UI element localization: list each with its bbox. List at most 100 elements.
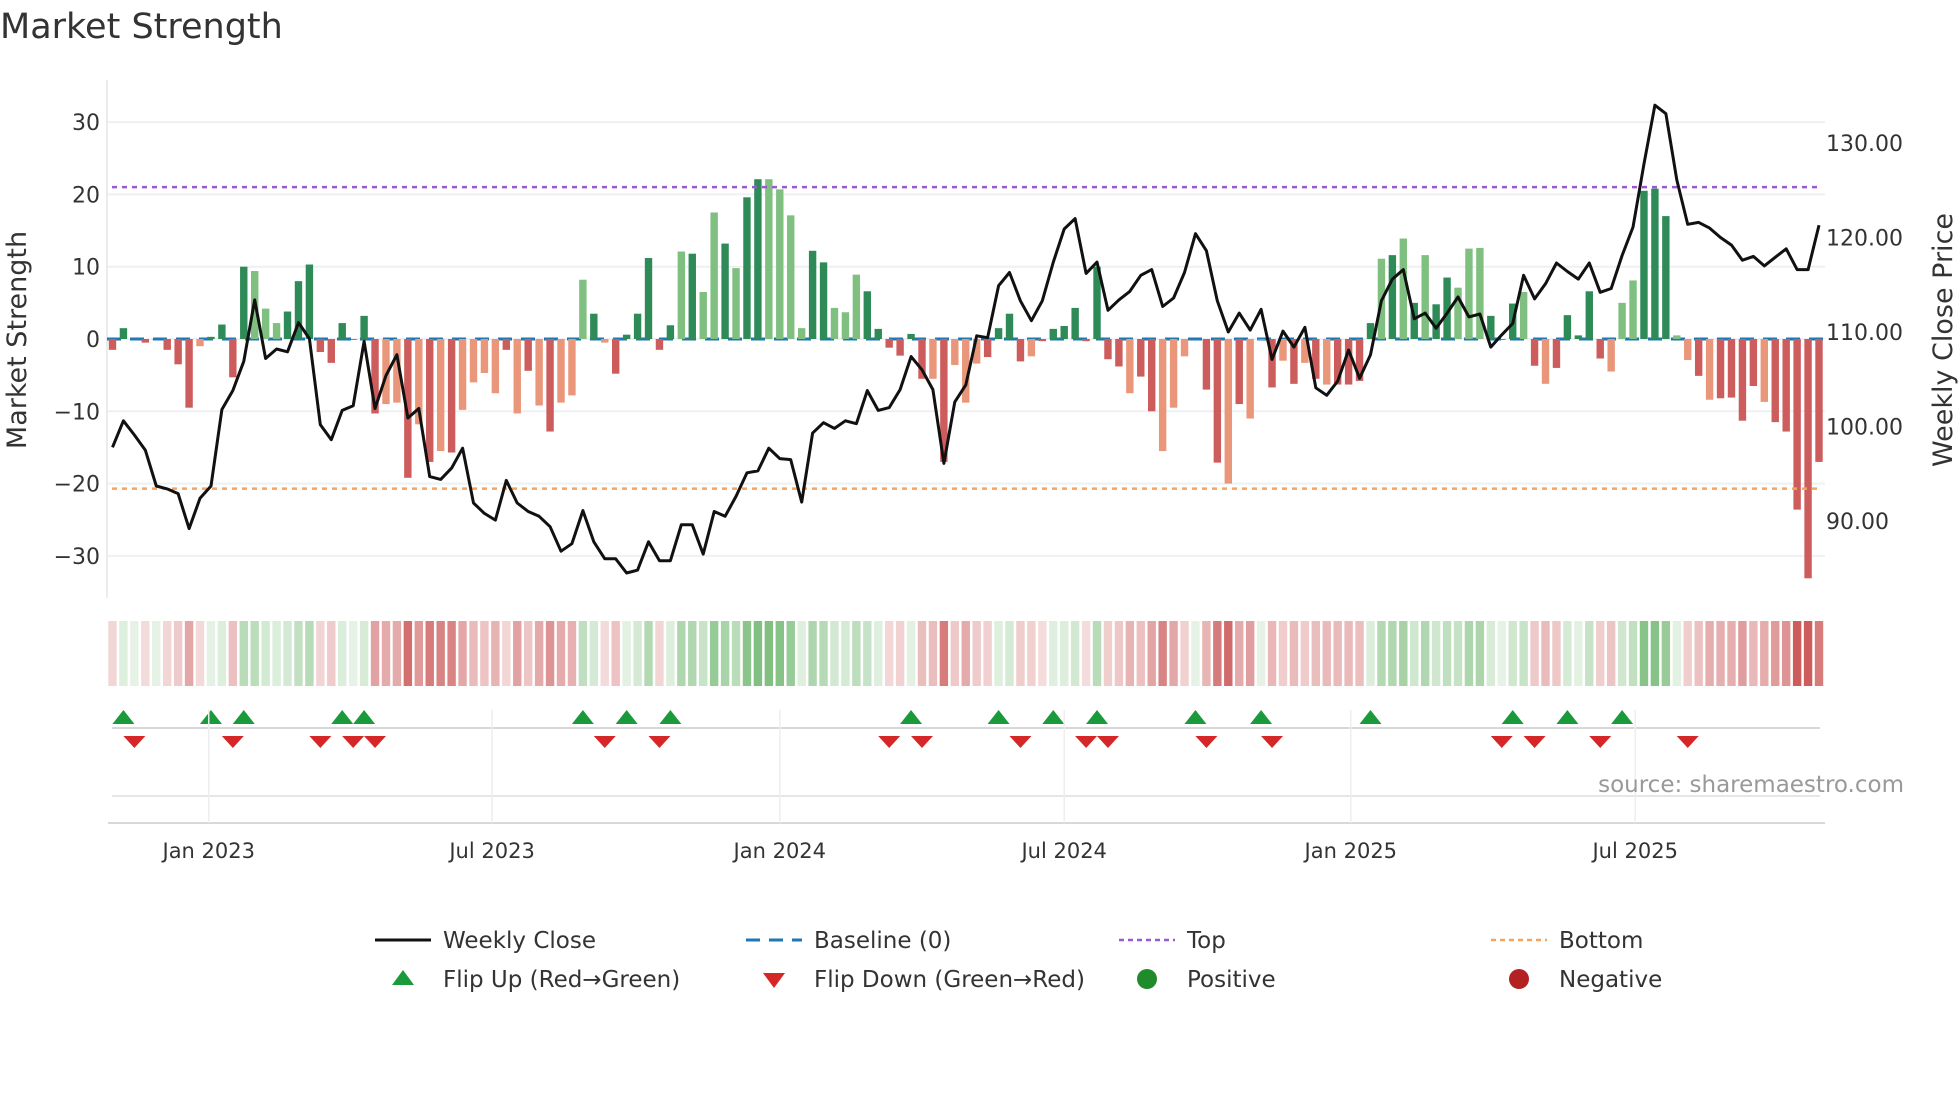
flip-up-marker: [900, 710, 923, 724]
heatmap-cell: [316, 621, 325, 686]
heatmap-cell: [1574, 621, 1583, 686]
positive-bar: [1191, 339, 1200, 340]
negative-bar: [1279, 339, 1287, 361]
flip-up-marker: [987, 710, 1010, 724]
positive-bar: [710, 212, 718, 339]
heatmap-cell: [1267, 621, 1277, 686]
heatmap-cell: [1256, 621, 1266, 686]
heatmap-cell: [1639, 621, 1649, 686]
heatmap-cell: [1694, 621, 1703, 686]
positive-bar: [590, 313, 598, 339]
heatmap-cell: [655, 621, 664, 686]
heatmap-cell: [1125, 621, 1135, 686]
flip-down-marker: [1523, 736, 1546, 748]
legend: Weekly Close Baseline (0) Top Bottom Flip Up…: [375, 928, 1662, 993]
negative-bar: [1202, 339, 1211, 390]
market-strength-chart: Market Strength 3020100−10−20−30 130.001…: [0, 7, 1959, 993]
legend-label: Top: [1186, 928, 1226, 954]
heatmap-cell: [217, 621, 227, 686]
heatmap-cell: [1049, 621, 1058, 686]
heatmap-cell: [1005, 621, 1014, 686]
positive-bar: [1585, 291, 1593, 339]
heatmap-cell: [545, 621, 555, 686]
heatmap-cell: [195, 621, 205, 686]
heatmap-cell: [972, 621, 981, 686]
heatmap-cell: [1016, 621, 1025, 686]
heatmap-cell: [436, 621, 445, 686]
positive-bar: [272, 323, 281, 339]
heatmap-cell: [720, 621, 730, 686]
heatmap-cell: [228, 621, 238, 686]
flip-up-marker: [571, 710, 594, 724]
heatmap-cell: [567, 621, 577, 686]
heatmap-cell: [108, 621, 117, 686]
positive-bar: [1662, 216, 1670, 339]
positive-bar: [218, 324, 226, 339]
negative-bar: [1038, 339, 1047, 342]
heatmap-cell: [1289, 621, 1299, 686]
negative-bar: [929, 339, 937, 379]
negative-bar: [229, 339, 237, 378]
heatmap-cell: [983, 621, 992, 686]
y2-tick-label: 110.00: [1826, 321, 1903, 346]
flip-down-marker: [1075, 736, 1098, 748]
negative-bar: [601, 339, 609, 343]
flip-up-marker: [1250, 710, 1273, 724]
y-tick-label: −10: [54, 400, 100, 425]
positive-bar: [852, 274, 861, 339]
positive-bar: [240, 266, 248, 339]
heatmap-cell: [895, 621, 905, 686]
positive-bar: [644, 258, 653, 339]
heatmap-cell: [250, 621, 259, 686]
negative-bar: [1126, 339, 1134, 394]
positive-bar: [907, 333, 915, 339]
negative-bar: [426, 339, 434, 462]
y2-tick-label: 90.00: [1826, 510, 1889, 535]
heatmap-cell: [141, 621, 150, 686]
negative-bar: [502, 339, 511, 350]
heatmap-cell: [513, 621, 522, 686]
heatmap-cell: [305, 621, 314, 686]
heatmap-cell: [1650, 621, 1660, 686]
heatmap-cell: [1541, 621, 1550, 686]
heatmap-cell: [338, 621, 347, 686]
flip-down-marker: [1261, 736, 1284, 748]
negative-bar: [141, 339, 150, 343]
heatmap-cell: [644, 621, 653, 686]
flip-up-marker: [1184, 710, 1207, 724]
heatmap-cell: [1760, 621, 1769, 686]
negative-bar: [327, 339, 335, 363]
heatmap-cell: [480, 621, 489, 686]
heatmap-cell: [1213, 621, 1222, 686]
positive-bar: [808, 250, 817, 339]
heatmap-cell: [1738, 621, 1747, 686]
heatmap-cell: [491, 621, 500, 686]
heatmap-cell: [1322, 621, 1331, 686]
positive-bar: [622, 334, 631, 339]
flip-down-marker: [364, 736, 387, 748]
x-tick-label: Jul 2024: [1019, 839, 1106, 863]
heatmap-cell: [425, 621, 434, 686]
positive-bar: [787, 215, 795, 339]
heatmap-cell: [852, 621, 861, 686]
negative-bar: [1541, 339, 1550, 384]
flip-up-marker: [1556, 710, 1579, 724]
heatmap-cell: [1191, 621, 1200, 686]
negative-bar: [1705, 339, 1714, 400]
heatmap-cell: [1060, 621, 1069, 686]
negative-bar: [1137, 339, 1145, 377]
heatmap-cell: [731, 621, 741, 686]
legend-label: Flip Up (Red→Green): [443, 967, 680, 993]
heatmap-cell: [808, 621, 817, 686]
heatmap-cell: [469, 621, 478, 686]
flip-up-marker: [353, 710, 376, 724]
right-y-ticks: 130.00 120.00 110.00 100.00 90.00: [1826, 132, 1903, 535]
negative-bar: [1104, 339, 1112, 360]
negative-bar: [447, 339, 456, 453]
positive-bar: [130, 339, 139, 340]
heatmap-cell: [1081, 621, 1091, 686]
heatmap-cell: [184, 621, 194, 686]
negative-bar: [108, 339, 117, 350]
heatmap-cell: [1519, 621, 1528, 686]
heatmap-cell: [1727, 621, 1736, 686]
